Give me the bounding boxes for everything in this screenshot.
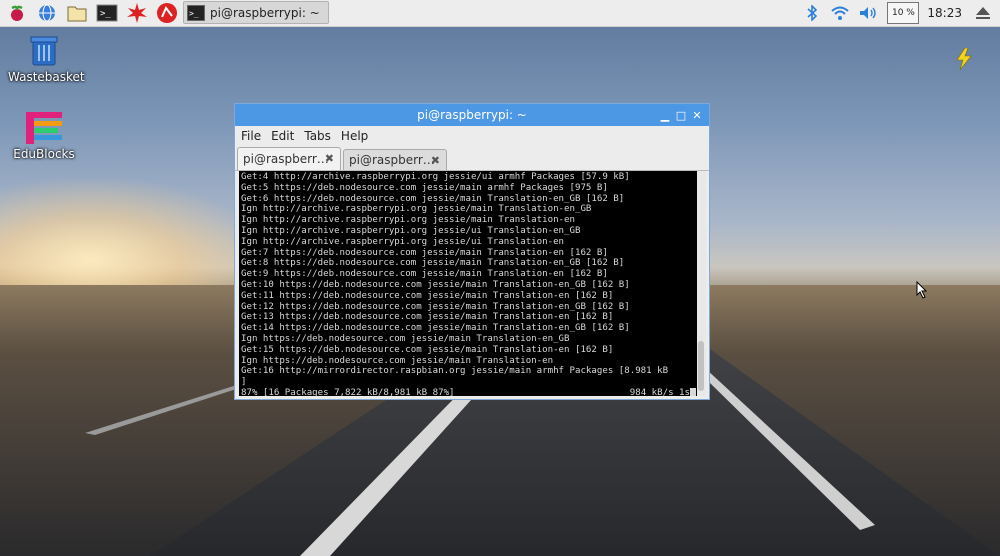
menu-help[interactable]: Help: [341, 129, 368, 143]
terminal-line: Ign http://archive.raspberrypi.org jessi…: [241, 204, 592, 215]
eject-icon[interactable]: [972, 0, 994, 26]
tab-terminal-2[interactable]: pi@raspberr… ✖: [343, 149, 447, 170]
terminal-icon: >_: [187, 4, 205, 21]
terminal-line: ]: [241, 377, 247, 388]
svg-text:>_: >_: [100, 9, 111, 19]
svg-text:>_: >_: [189, 9, 199, 18]
raspberry-menu-icon[interactable]: [4, 0, 30, 26]
terminal-window: pi@raspberrypi: ~ ▁ □ ✕ File Edit Tabs H…: [234, 103, 710, 400]
maximize-icon[interactable]: □: [673, 107, 689, 123]
terminal-line: Get:11 https://deb.nodesource.com jessie…: [241, 290, 614, 301]
terminal-line: Get:16 http://mirrordirector.raspbian.or…: [241, 366, 669, 377]
tab-label: pi@raspberr…: [243, 152, 329, 166]
terminal-line: Get:10 https://deb.nodesource.com jessie…: [241, 279, 630, 290]
mathematica-icon[interactable]: [124, 0, 150, 26]
menu-file[interactable]: File: [241, 129, 261, 143]
terminal-line: Get:14 https://deb.nodesource.com jessie…: [241, 323, 630, 334]
terminal-line: Ign http://archive.raspberrypi.org jessi…: [241, 236, 565, 247]
trash-icon: [30, 36, 58, 66]
terminal-line: Ign http://archive.raspberrypi.org jessi…: [241, 225, 581, 236]
close-icon[interactable]: ✕: [689, 107, 705, 123]
window-title: pi@raspberrypi: ~: [417, 108, 527, 122]
terminal-status-line: 87% [16 Packages 7,822 kB/8,981 kB 87%] …: [241, 387, 698, 396]
terminal-line: Get:15 https://deb.nodesource.com jessie…: [241, 344, 614, 355]
task-button-label: pi@raspberrypi: ~: [210, 5, 320, 20]
terminal-line: Get:7 https://deb.nodesource.com jessie/…: [241, 247, 608, 258]
tab-label: pi@raspberr…: [349, 153, 435, 167]
terminal-line: Get:12 https://deb.nodesource.com jessie…: [241, 301, 630, 312]
top-panel: >_ >_ pi@raspberrypi: ~ 10 % 18:23: [0, 0, 1000, 27]
terminal-line: Get:4 http://archive.raspberrypi.org jes…: [241, 172, 630, 182]
lightning-icon: [956, 47, 972, 74]
terminal-line: Get:9 https://deb.nodesource.com jessie/…: [241, 269, 608, 280]
scrollbar-thumb[interactable]: [698, 341, 704, 391]
file-manager-icon[interactable]: [64, 0, 90, 26]
terminal-line: Ign https://deb.nodesource.com jessie/ma…: [241, 355, 554, 366]
wifi-icon[interactable]: [829, 0, 851, 26]
download-progress: 87% [16 Packages 7,822 kB/8,981 kB 87%]: [241, 387, 455, 396]
menu-edit[interactable]: Edit: [271, 129, 294, 143]
tab-close-icon[interactable]: ✖: [431, 154, 440, 167]
wolfram-icon[interactable]: [154, 0, 180, 26]
terminal-cursor: [690, 387, 696, 396]
window-titlebar[interactable]: pi@raspberrypi: ~ ▁ □ ✕: [235, 104, 709, 126]
terminal-line: Get:8 https://deb.nodesource.com jessie/…: [241, 258, 625, 269]
edublocks-icon: [26, 112, 62, 144]
tab-close-icon[interactable]: ✖: [325, 152, 334, 165]
minimize-icon[interactable]: ▁: [657, 107, 673, 123]
terminal-output[interactable]: Get:4 http://archive.raspberrypi.org jes…: [239, 171, 698, 396]
volume-icon[interactable]: [857, 0, 879, 26]
bluetooth-icon[interactable]: [801, 0, 823, 26]
wastebasket-label: Wastebasket: [8, 70, 85, 84]
terminal-scrollbar[interactable]: [697, 171, 706, 396]
cpu-usage-monitor[interactable]: 10 %: [887, 2, 920, 24]
download-speed: 984 kB/s 1s: [629, 387, 690, 396]
clock[interactable]: 18:23: [927, 6, 962, 20]
mouse-pointer-icon: [916, 280, 928, 303]
terminal-line: Ign http://archive.raspberrypi.org jessi…: [241, 215, 575, 226]
system-tray: 10 % 18:23: [795, 0, 1000, 26]
terminal-line: Get:13 https://deb.nodesource.com jessie…: [241, 312, 614, 323]
edublocks-desktop-icon[interactable]: EduBlocks: [8, 112, 80, 161]
menu-tabs[interactable]: Tabs: [304, 129, 331, 143]
tab-bar: pi@raspberr… ✖ pi@raspberr… ✖: [235, 146, 709, 171]
wastebasket-desktop-icon[interactable]: Wastebasket: [8, 33, 85, 84]
edublocks-label: EduBlocks: [13, 147, 75, 161]
terminal-line: Get:6 https://deb.nodesource.com jessie/…: [241, 193, 625, 204]
menu-bar: File Edit Tabs Help: [235, 126, 709, 146]
terminal-line: Get:5 https://deb.nodesource.com jessie/…: [241, 182, 608, 193]
web-browser-icon[interactable]: [34, 0, 60, 26]
terminal-task-button[interactable]: >_ pi@raspberrypi: ~: [183, 1, 329, 24]
tab-terminal-1[interactable]: pi@raspberr… ✖: [237, 147, 341, 170]
terminal-line: Ign https://deb.nodesource.com jessie/ma…: [241, 333, 570, 344]
terminal-icon[interactable]: >_: [94, 0, 120, 26]
